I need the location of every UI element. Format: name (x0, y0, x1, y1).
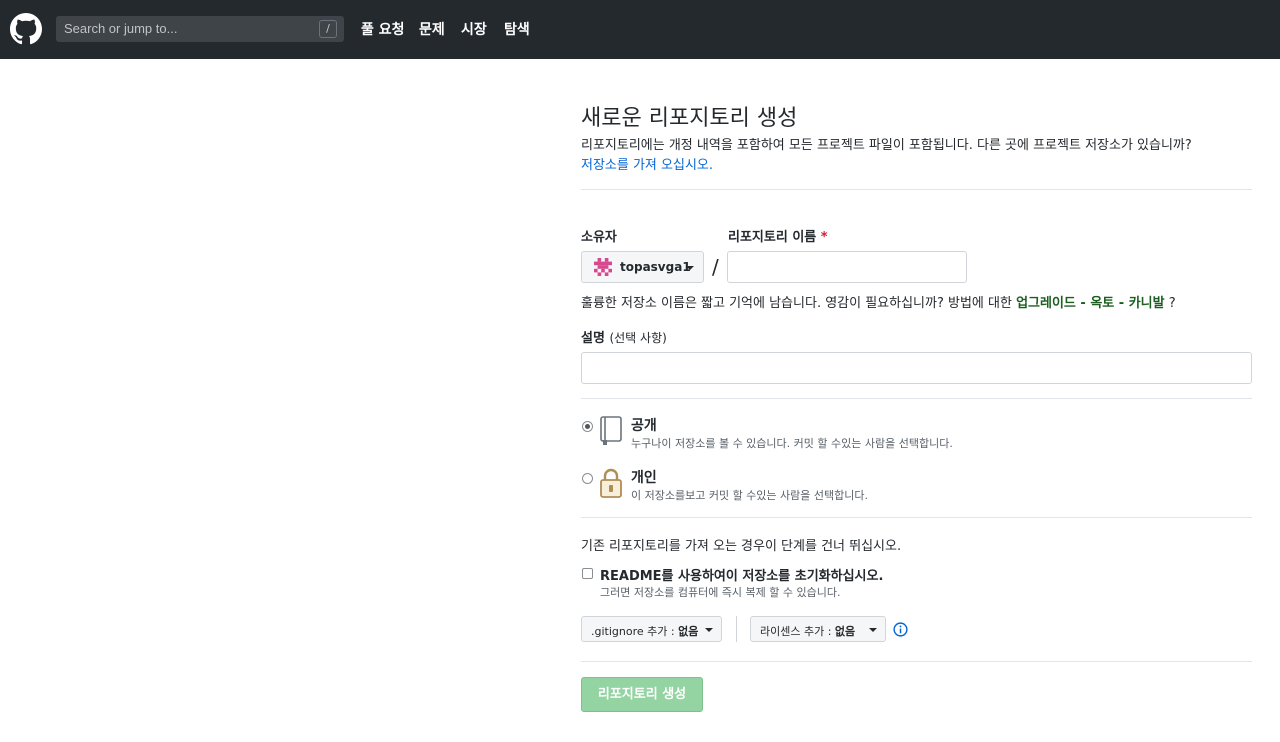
search-input[interactable]: Search or jump to... / (56, 16, 344, 42)
repo-name-label-text: 리포지토리 이름 (728, 230, 817, 245)
avatar-identicon-icon (594, 258, 612, 276)
description-label-text: 설명 (581, 331, 605, 346)
search-placeholder: Search or jump to... (64, 21, 178, 36)
owner-dropdown[interactable]: topasvga1 (581, 251, 704, 283)
divider (581, 189, 1252, 190)
license-value: 없음 (834, 625, 856, 638)
private-title: 개인 (631, 470, 657, 486)
description-label: 설명 (선택 사항) (581, 327, 667, 346)
private-description: 이 저장소를보고 커밋 할 수있는 사람을 선택합니다. (631, 489, 868, 502)
top-bar: Search or jump to... / 풀 요청 문제 시장 탐색 (0, 0, 1280, 59)
repo-book-icon (600, 416, 622, 445)
gitignore-value: 없음 (678, 625, 699, 638)
github-logo-icon[interactable] (10, 13, 42, 45)
page-title: 새로운 리포지토리 생성 (581, 106, 798, 131)
info-icon[interactable] (893, 622, 908, 637)
owner-label: 소유자 (581, 230, 617, 245)
divider (581, 517, 1252, 518)
private-radio[interactable] (582, 473, 593, 484)
repo-name-input[interactable] (727, 251, 967, 283)
gitignore-dropdown-text: .gitignore 추가 : 없음 (591, 623, 698, 639)
nav-issues[interactable]: 문제 (419, 19, 445, 39)
hint-text: 훌륭한 저장소 이름은 짧고 기억에 남습니다. 영감이 필요하십니까? 방법에… (581, 296, 1017, 311)
nav-pull-requests[interactable]: 풀 요청 (361, 19, 405, 39)
dropdown-divider (736, 616, 737, 642)
public-title: 공개 (631, 418, 657, 434)
create-repository-button[interactable]: 리포지토리 생성 (581, 677, 703, 712)
gitignore-label: .gitignore 추가 : (591, 625, 675, 638)
chevron-down-icon (705, 628, 713, 632)
repo-name-label: 리포지토리 이름 * (728, 226, 828, 245)
divider (581, 398, 1252, 399)
hint-suffix: ? (1164, 296, 1176, 311)
owner-repo-separator: / (712, 255, 719, 279)
page-subtitle: 리포지토리에는 개정 내역을 포함하여 모든 프로젝트 파일이 포함됩니다. 다… (581, 138, 1192, 153)
optional-note: (선택 사항) (609, 331, 667, 345)
readme-label[interactable]: README를 사용하여이 저장소를 초기화하십시오. (600, 565, 883, 584)
nav-marketplace[interactable]: 시장 (461, 19, 487, 39)
license-dropdown-text: 라이센스 추가 : 없음 (760, 623, 855, 639)
divider (581, 661, 1252, 662)
repo-name-hint: 훌륭한 저장소 이름은 짧고 기억에 남습니다. 영감이 필요하십니까? 방법에… (581, 292, 1176, 311)
license-dropdown[interactable]: 라이센스 추가 : 없음 (750, 616, 886, 642)
nav-explore[interactable]: 탐색 (504, 19, 530, 39)
import-repo-link[interactable]: 저장소를 가져 오십시오. (581, 154, 713, 173)
required-mark: * (820, 230, 828, 245)
public-radio[interactable] (582, 421, 593, 432)
public-description: 누구나이 저장소를 볼 수 있습니다. 커밋 할 수있는 사람을 선택합니다. (631, 437, 953, 450)
description-input[interactable] (581, 352, 1252, 384)
search-shortcut-key: / (319, 20, 337, 38)
readme-description: 그러면 저장소를 컴퓨터에 즉시 복제 할 수 있습니다. (600, 586, 841, 599)
chevron-down-icon (686, 266, 694, 270)
license-label: 라이센스 추가 : (760, 625, 832, 638)
readme-checkbox[interactable] (582, 568, 593, 579)
chevron-down-icon (869, 628, 877, 632)
gitignore-dropdown[interactable]: .gitignore 추가 : 없음 (581, 616, 722, 642)
lock-icon (600, 468, 622, 498)
import-note: 기존 리포지토리를 가져 오는 경우이 단계를 건너 뛰십시오. (581, 539, 902, 554)
owner-name: topasvga1 (620, 260, 691, 274)
name-suggestion[interactable]: 업그레이드 - 옥토 - 카니발 (1016, 296, 1165, 311)
